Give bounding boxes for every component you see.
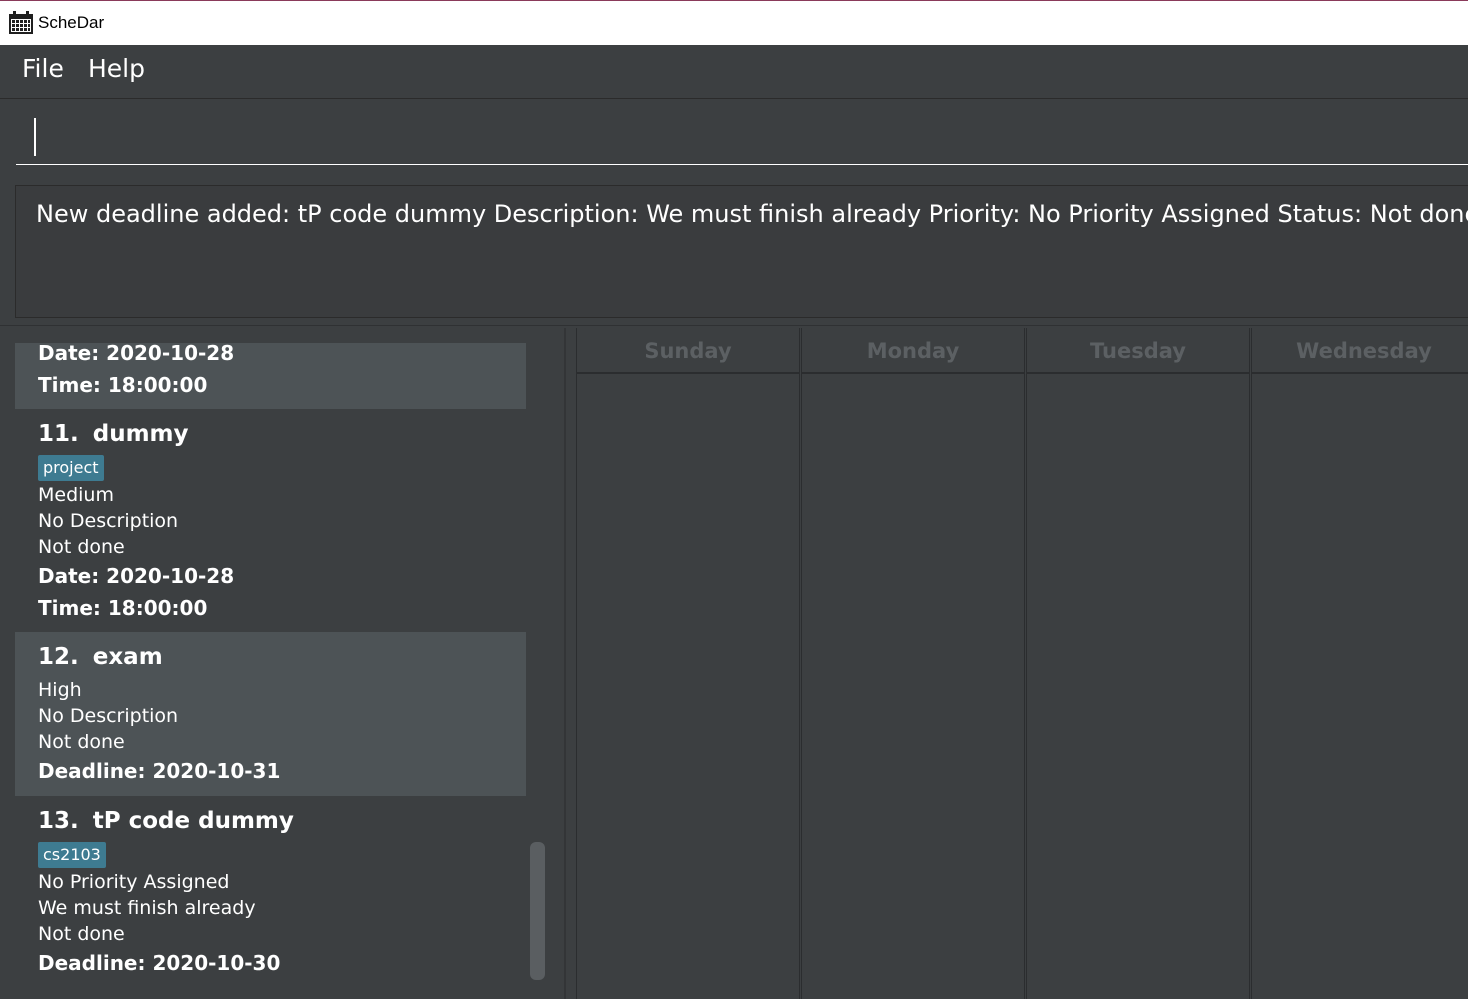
day-header: Tuesday: [1027, 328, 1249, 374]
task-name: exam: [92, 644, 163, 670]
calendar-icon: [9, 11, 33, 34]
task-status: Not done: [38, 731, 125, 753]
task-title: 11. dummy: [38, 421, 189, 447]
task-card[interactable]: 12. exam High No Description Not done Dea…: [15, 632, 526, 796]
task-index: 11.: [38, 421, 79, 447]
menu-file[interactable]: File: [22, 54, 64, 83]
command-box: [0, 99, 1468, 177]
task-priority: Medium: [38, 484, 114, 506]
day-column-sunday[interactable]: Sunday: [576, 328, 800, 999]
text-caret: [34, 118, 36, 156]
task-status: Not done: [38, 536, 125, 558]
task-tag: project: [38, 455, 104, 481]
day-column-wednesday[interactable]: Wednesday: [1251, 328, 1468, 999]
split-divider[interactable]: [564, 328, 566, 999]
task-time: Time: 18:00:00: [38, 373, 208, 397]
task-time: Time: 18:00:00: [38, 596, 208, 620]
task-title: 13. tP code dummy: [38, 808, 294, 834]
command-input[interactable]: [16, 109, 1468, 165]
day-header: Sunday: [577, 328, 799, 374]
window-titlebar: ScheDar: [0, 0, 1468, 45]
task-name: dummy: [92, 421, 189, 447]
window-title: ScheDar: [38, 13, 105, 32]
task-name: tP code dummy: [92, 808, 294, 834]
task-card[interactable]: 13. tP code dummy cs2103 No Priority Assi…: [15, 796, 526, 988]
task-description: We must finish already: [38, 897, 256, 919]
day-header: Monday: [802, 328, 1024, 374]
day-header: Wednesday: [1252, 328, 1468, 374]
task-card[interactable]: Date: 2020-10-28 Time: 18:00:00: [15, 343, 526, 409]
task-description: No Description: [38, 510, 179, 532]
task-index: 12.: [38, 644, 79, 670]
result-panel: New deadline added: tP code dummy Descri…: [0, 177, 1468, 326]
task-card[interactable]: 11. dummy project Medium No Description N…: [15, 409, 526, 632]
task-list[interactable]: Date: 2020-10-28 Time: 18:00:00 11. dummy…: [15, 343, 526, 988]
task-status: Not done: [38, 923, 125, 945]
task-description: No Description: [38, 705, 179, 727]
menu-bar: File Help: [0, 45, 1468, 99]
day-column-monday[interactable]: Monday: [801, 328, 1025, 999]
task-deadline: Deadline: 2020-10-30: [38, 951, 281, 975]
task-date: Date: 2020-10-28: [38, 343, 235, 365]
calendar-view: Sunday Monday Tuesday Wednesday: [576, 328, 1468, 999]
scrollbar-thumb[interactable]: [530, 842, 545, 980]
day-column-tuesday[interactable]: Tuesday: [1026, 328, 1250, 999]
task-index: 13.: [38, 808, 79, 834]
task-deadline: Deadline: 2020-10-31: [38, 759, 281, 783]
task-title: 12. exam: [38, 644, 163, 670]
task-priority: High: [38, 679, 82, 701]
result-message: New deadline added: tP code dummy Descri…: [36, 200, 1468, 228]
menu-help[interactable]: Help: [88, 54, 145, 83]
task-date: Date: 2020-10-28: [38, 564, 235, 588]
result-display[interactable]: New deadline added: tP code dummy Descri…: [15, 185, 1468, 318]
task-tag: cs2103: [38, 842, 106, 868]
task-priority: No Priority Assigned: [38, 871, 230, 893]
